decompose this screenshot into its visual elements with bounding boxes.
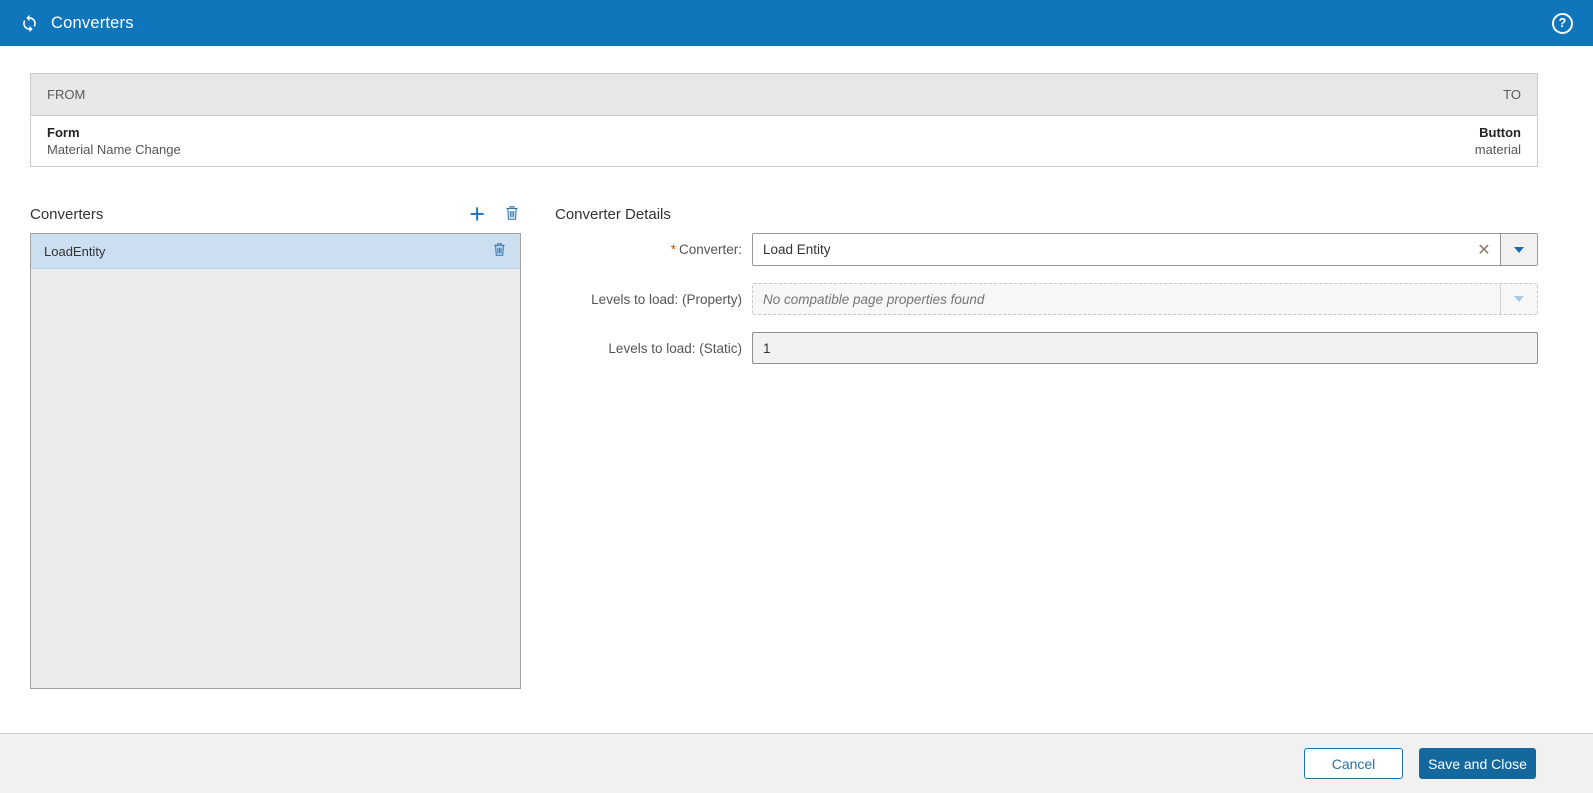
trash-icon xyxy=(493,242,506,260)
save-and-close-button[interactable]: Save and Close xyxy=(1419,748,1536,779)
converter-field-row: *Converter: ✕ xyxy=(555,233,1538,266)
chevron-down-icon xyxy=(1514,246,1524,253)
dialog-footer: Cancel Save and Close xyxy=(0,733,1593,793)
levels-property-dropdown-button xyxy=(1500,284,1537,314)
levels-property-combobox xyxy=(752,283,1538,315)
to-subtitle: material xyxy=(1474,142,1521,157)
levels-static-label: Levels to load: (Static) xyxy=(608,340,742,356)
mapping-to-cell: Button material xyxy=(1475,124,1521,158)
content-columns: Converters + LoadEntity Converter Detail… xyxy=(30,195,1538,689)
converter-list-item[interactable]: LoadEntity xyxy=(31,234,520,269)
add-converter-button[interactable]: + xyxy=(467,199,487,229)
converter-details-title: Converter Details xyxy=(555,205,671,223)
converters-sync-icon xyxy=(20,14,39,33)
levels-property-label: Levels to load: (Property) xyxy=(591,291,742,307)
levels-static-input[interactable] xyxy=(752,332,1538,364)
mapping-table: FROM TO Form Material Name Change Button… xyxy=(30,73,1538,167)
clear-converter-button[interactable]: ✕ xyxy=(1468,234,1500,265)
mapping-from-cell: Form Material Name Change xyxy=(47,124,181,158)
plus-icon: + xyxy=(469,199,485,229)
delete-converter-item-button[interactable] xyxy=(491,242,508,260)
converter-combobox: ✕ xyxy=(752,233,1538,266)
levels-property-field-row: Levels to load: (Property) xyxy=(555,283,1538,315)
dialog-header: Converters ? xyxy=(0,0,1593,46)
converter-item-label: LoadEntity xyxy=(44,243,106,259)
required-marker: * xyxy=(670,242,676,257)
dialog-content: FROM TO Form Material Name Change Button… xyxy=(0,46,1593,733)
converters-list: LoadEntity xyxy=(30,233,521,689)
mapping-row[interactable]: Form Material Name Change Button materia… xyxy=(31,116,1537,166)
levels-static-field-row: Levels to load: (Static) xyxy=(555,332,1538,364)
cancel-button[interactable]: Cancel xyxy=(1304,748,1403,779)
delete-converters-button[interactable] xyxy=(503,205,521,224)
converter-input[interactable] xyxy=(753,234,1468,265)
mapping-table-header: FROM TO xyxy=(31,74,1537,116)
help-icon[interactable]: ? xyxy=(1552,12,1573,34)
levels-property-input xyxy=(753,284,1500,314)
converter-field-control: ✕ xyxy=(752,233,1538,266)
from-subtitle: Material Name Change xyxy=(47,142,181,157)
converters-panel-title: Converters xyxy=(30,205,104,223)
levels-static-control xyxy=(752,332,1538,364)
to-title: Button xyxy=(1479,125,1521,140)
dialog-title: Converters xyxy=(51,13,134,32)
converters-panel-header: Converters + xyxy=(30,195,521,233)
converter-details-header: Converter Details xyxy=(555,195,1538,233)
clear-icon: ✕ xyxy=(1477,241,1491,259)
converter-details-panel: Converter Details *Converter: ✕ Levels t… xyxy=(555,195,1538,689)
to-column-header: TO xyxy=(1503,87,1521,102)
chevron-down-icon xyxy=(1514,296,1524,302)
from-title: Form xyxy=(47,125,80,140)
converters-panel: Converters + LoadEntity xyxy=(30,195,521,689)
levels-property-control xyxy=(752,283,1538,315)
converter-label-text: Converter: xyxy=(678,242,742,257)
converter-field-label: * Converter: xyxy=(555,242,752,257)
from-column-header: FROM xyxy=(47,87,86,102)
trash-icon xyxy=(505,205,519,224)
converter-dropdown-button[interactable] xyxy=(1500,234,1537,265)
